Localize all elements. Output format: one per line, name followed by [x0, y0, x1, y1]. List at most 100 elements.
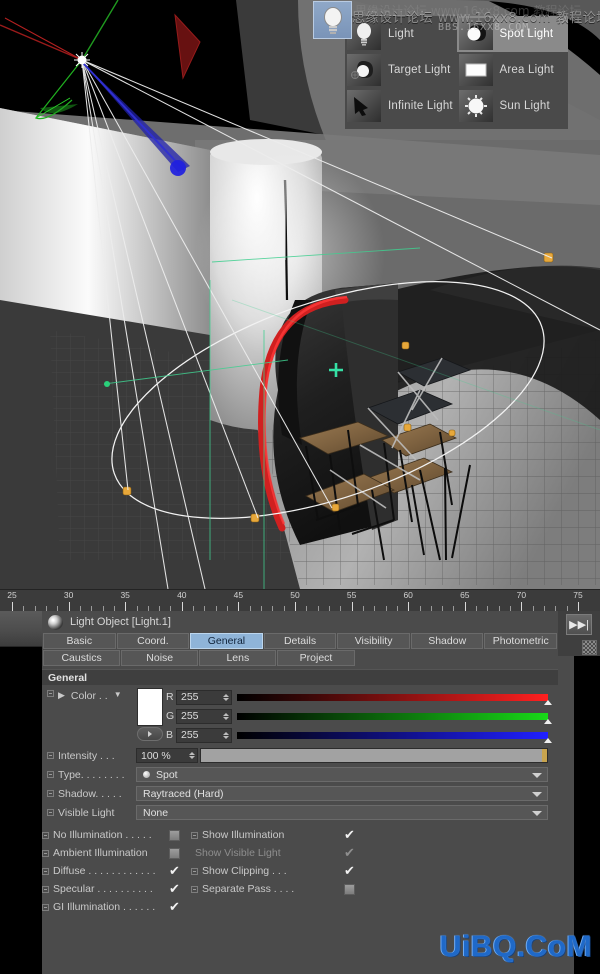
rail-second — [558, 638, 600, 656]
checkbox-checked-icon[interactable]: ✔ — [168, 883, 181, 896]
channel-value-field[interactable]: 255 — [176, 690, 232, 705]
watermark-bbs: BBS.16XX8.COM — [438, 22, 529, 33]
timeline-tick-major — [69, 602, 70, 611]
light-tool-button[interactable] — [313, 1, 352, 39]
anim-dot[interactable] — [42, 868, 49, 875]
tab-photometric[interactable]: Photometric — [484, 633, 557, 649]
timeline-label: 55 — [347, 590, 356, 600]
channel-gradient-slider[interactable] — [237, 713, 548, 720]
channel-gradient-slider[interactable] — [237, 732, 548, 739]
goto-end-icon[interactable]: ▶▶| — [566, 614, 592, 635]
intensity-value[interactable]: 100 % — [136, 748, 198, 763]
channel-label: R — [163, 691, 176, 703]
timeline-label: 45 — [234, 590, 243, 600]
intensity-value-text: 100 % — [141, 750, 171, 762]
tab-details[interactable]: Details — [264, 633, 337, 649]
color-expand-button[interactable] — [137, 727, 163, 741]
checkbox-checked-icon[interactable]: ✔ — [168, 865, 181, 878]
anim-dot[interactable] — [47, 809, 54, 816]
intensity-label: Intensity . . . — [58, 750, 115, 762]
menu-item-target-light[interactable]: Target Light — [345, 52, 457, 88]
chevron-down-icon[interactable] — [532, 773, 542, 778]
checkbox-checked-icon[interactable]: ✔ — [343, 829, 356, 842]
tab-shadow[interactable]: Shadow — [411, 633, 484, 649]
chevron-right-icon[interactable]: ▶ — [58, 690, 65, 701]
checkbox-label: Show Clipping . . . — [198, 865, 343, 877]
dropdown-label-group: Visible Light — [42, 807, 136, 819]
checkbox-grid: No Illumination . . . . .Ambient Illumin… — [42, 826, 558, 916]
tab-project[interactable]: Project — [277, 650, 354, 666]
section-header: General — [42, 669, 558, 685]
tab-basic[interactable]: Basic — [43, 633, 116, 649]
channel-label: G — [163, 710, 176, 722]
anim-dot[interactable] — [191, 868, 198, 875]
checkbox-row[interactable]: Specular . . . . . . . . . .✔ — [42, 880, 187, 898]
dropdown-select[interactable]: Spot — [136, 767, 548, 782]
light-object-icon — [48, 615, 63, 630]
tab-general[interactable]: General — [190, 633, 263, 649]
intensity-slider[interactable] — [200, 748, 548, 763]
tab-lens[interactable]: Lens — [199, 650, 276, 666]
timeline-ruler[interactable]: 2530354045505560657075 — [0, 589, 600, 611]
checkbox-label: Diffuse . . . . . . . . . . . . — [49, 865, 168, 877]
grid-toggle-icon[interactable] — [582, 640, 597, 655]
anim-dot[interactable] — [42, 832, 49, 839]
channel-slider-knob[interactable] — [544, 719, 552, 724]
color-anim-dot[interactable] — [47, 690, 54, 697]
channel-gradient-slider[interactable] — [237, 694, 548, 701]
channel-stepper[interactable] — [223, 694, 229, 701]
chevron-down-icon[interactable] — [532, 792, 542, 797]
tab-noise[interactable]: Noise — [121, 650, 198, 666]
menu-item-sun-light[interactable]: Sun Light — [457, 88, 569, 124]
checkbox-row[interactable]: Ambient Illumination — [42, 844, 187, 862]
checkbox-row[interactable]: Diffuse . . . . . . . . . . . .✔ — [42, 862, 187, 880]
chevron-down-icon[interactable] — [532, 811, 542, 816]
anim-dot[interactable] — [42, 850, 49, 857]
checkbox-row[interactable]: Show Clipping . . .✔ — [191, 862, 362, 880]
checkbox-row[interactable]: GI Illumination . . . . . .✔ — [42, 898, 187, 916]
target-light-icon — [347, 54, 381, 86]
checkbox-unchecked[interactable] — [169, 830, 180, 841]
dropdown-label: Visible Light — [58, 807, 114, 819]
channel-stepper[interactable] — [223, 732, 229, 739]
checkbox-label: GI Illumination . . . . . . — [49, 901, 168, 913]
anim-dot[interactable] — [191, 886, 198, 893]
channel-stepper[interactable] — [223, 713, 229, 720]
checkbox-row[interactable]: Show Illumination✔ — [191, 826, 362, 844]
checkbox-row[interactable]: No Illumination . . . . . — [42, 826, 187, 844]
channel-slider-knob[interactable] — [544, 700, 552, 705]
checkbox-checked-icon[interactable]: ✔ — [343, 847, 356, 860]
timeline-label: 50 — [290, 590, 299, 600]
left-toolbar-strip[interactable] — [0, 611, 42, 647]
menu-item-infinite-light[interactable]: Infinite Light — [345, 88, 457, 124]
anim-dot[interactable] — [42, 904, 49, 911]
intensity-anim-dot[interactable] — [47, 752, 54, 759]
menu-item-label: Sun Light — [500, 100, 550, 112]
tab-coord[interactable]: Coord. — [117, 633, 190, 649]
tab-caustics[interactable]: Caustics — [43, 650, 120, 666]
channel-value-field[interactable]: 255 — [176, 709, 232, 724]
checkbox-row[interactable]: Separate Pass . . . . — [191, 880, 362, 898]
area-light-icon — [459, 54, 493, 86]
timeline-tick-major — [12, 602, 13, 611]
checkbox-row[interactable]: Show Visible Light✔ — [191, 844, 362, 862]
checkbox-checked-icon[interactable]: ✔ — [168, 901, 181, 914]
menu-item-area-light[interactable]: Area Light — [457, 52, 569, 88]
intensity-slider-handle[interactable] — [542, 749, 547, 762]
channel-slider-knob[interactable] — [544, 738, 552, 743]
chevron-down-icon[interactable]: ▼ — [114, 690, 122, 699]
anim-dot[interactable] — [42, 886, 49, 893]
color-swatch[interactable] — [137, 688, 163, 726]
anim-dot[interactable] — [191, 832, 198, 839]
tab-visibility[interactable]: Visibility — [337, 633, 410, 649]
checkbox-unchecked[interactable] — [169, 848, 180, 859]
checkbox-label: Show Illumination — [198, 829, 343, 841]
channel-value-field[interactable]: 255 — [176, 728, 232, 743]
checkbox-unchecked[interactable] — [344, 884, 355, 895]
dropdown-select[interactable]: None — [136, 805, 548, 820]
dropdown-select[interactable]: Raytraced (Hard) — [136, 786, 548, 801]
anim-dot[interactable] — [47, 790, 54, 797]
anim-dot[interactable] — [47, 771, 54, 778]
intensity-stepper[interactable] — [189, 752, 195, 759]
checkbox-checked-icon[interactable]: ✔ — [343, 865, 356, 878]
